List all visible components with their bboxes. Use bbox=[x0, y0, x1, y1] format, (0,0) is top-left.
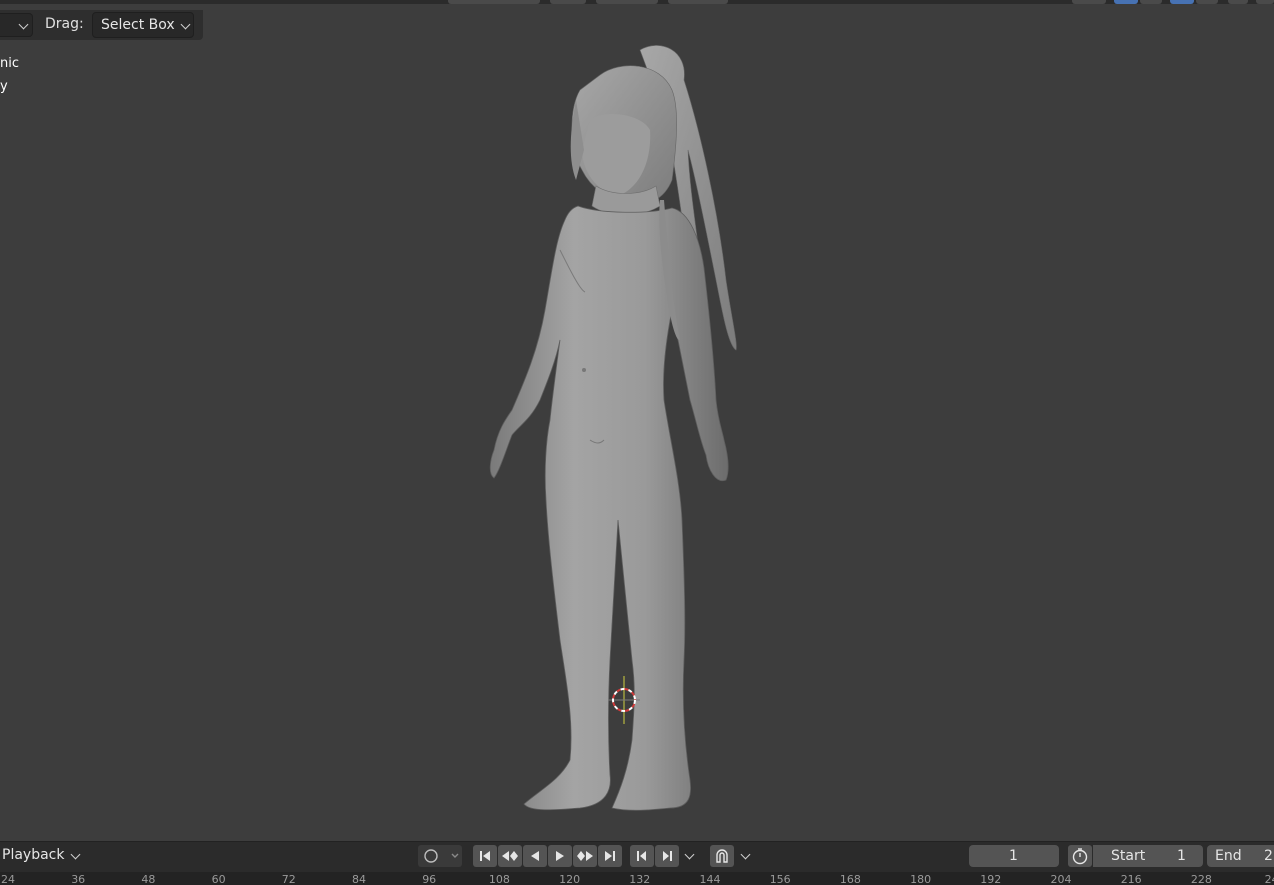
ruler-tick: 168 bbox=[839, 873, 861, 885]
play-reverse-icon bbox=[531, 851, 539, 861]
start-frame-label: Start bbox=[1111, 848, 1146, 864]
playback-menu[interactable]: Playback bbox=[2, 847, 64, 863]
ruler-tick: 156 bbox=[769, 873, 791, 885]
chevron-down-icon bbox=[70, 849, 81, 860]
3d-viewport[interactable]: Drag: Select Box nic y bbox=[0, 0, 1274, 836]
ruler-tick: 192 bbox=[980, 873, 1002, 885]
end-frame-field[interactable]: End 2 bbox=[1207, 845, 1274, 867]
stopwatch-icon bbox=[1072, 848, 1088, 865]
play-icon bbox=[556, 851, 564, 861]
ruler-tick: 132 bbox=[629, 873, 651, 885]
ruler-tick: 24 bbox=[1264, 873, 1274, 885]
magnet-icon bbox=[716, 849, 728, 863]
prev-keyframe-button[interactable] bbox=[498, 845, 522, 867]
start-frame-value: 1 bbox=[1177, 848, 1186, 864]
current-frame-field[interactable]: 1 bbox=[969, 845, 1059, 867]
next-keyframe-icon bbox=[577, 851, 593, 861]
next-keyframe-button[interactable] bbox=[573, 845, 597, 867]
jump-to-start-icon bbox=[480, 851, 490, 861]
use-preview-range-button[interactable] bbox=[1068, 845, 1092, 867]
ruler-tick: 120 bbox=[559, 873, 581, 885]
prev-frame-button[interactable] bbox=[630, 845, 654, 867]
ruler-tick: 84 bbox=[352, 873, 366, 885]
next-frame-icon bbox=[663, 851, 672, 861]
jump-to-end-button[interactable] bbox=[598, 845, 622, 867]
ruler-tick: 48 bbox=[141, 873, 156, 885]
chevron-down-icon[interactable] bbox=[740, 849, 751, 860]
playback-menu-label: Playback bbox=[2, 847, 65, 863]
play-button[interactable] bbox=[548, 845, 572, 867]
end-frame-label: End bbox=[1215, 848, 1242, 864]
ruler-tick: 204 bbox=[1050, 873, 1072, 885]
chevron-down-icon[interactable] bbox=[684, 849, 695, 860]
next-frame-button[interactable] bbox=[655, 845, 679, 867]
jump-to-start-button[interactable] bbox=[473, 845, 497, 867]
prev-keyframe-icon bbox=[502, 851, 518, 861]
play-reverse-button[interactable] bbox=[523, 845, 547, 867]
keying-button[interactable] bbox=[418, 845, 462, 867]
ruler-tick: 108 bbox=[488, 873, 510, 885]
ruler-tick: 96 bbox=[422, 873, 437, 885]
character-mesh[interactable] bbox=[0, 0, 1274, 836]
auto-keying-snap-button[interactable] bbox=[710, 845, 734, 867]
timeline-controls: Playback 1 Start 1 End 2 bbox=[0, 841, 1274, 872]
start-frame-field[interactable]: Start 1 bbox=[1093, 845, 1203, 867]
ruler-tick: 72 bbox=[281, 873, 296, 885]
ruler-tick: 144 bbox=[699, 873, 721, 885]
circle-dot-icon bbox=[424, 849, 459, 863]
jump-to-end-icon bbox=[605, 851, 615, 861]
ruler-tick: 36 bbox=[71, 873, 86, 885]
prev-frame-icon bbox=[637, 851, 646, 861]
ruler-tick: 24 bbox=[1, 873, 15, 885]
ruler-tick: 228 bbox=[1190, 873, 1212, 885]
end-frame-value: 2 bbox=[1264, 848, 1273, 864]
ruler-tick: 60 bbox=[211, 873, 226, 885]
ruler-tick: 216 bbox=[1120, 873, 1142, 885]
timeline-ruler[interactable]: 24 36 48 60 72 84 96 108 120 132 144 156 168 180 192 20… bbox=[0, 872, 1274, 885]
ruler-tick: 180 bbox=[910, 873, 932, 885]
current-frame-value: 1 bbox=[1009, 848, 1018, 864]
